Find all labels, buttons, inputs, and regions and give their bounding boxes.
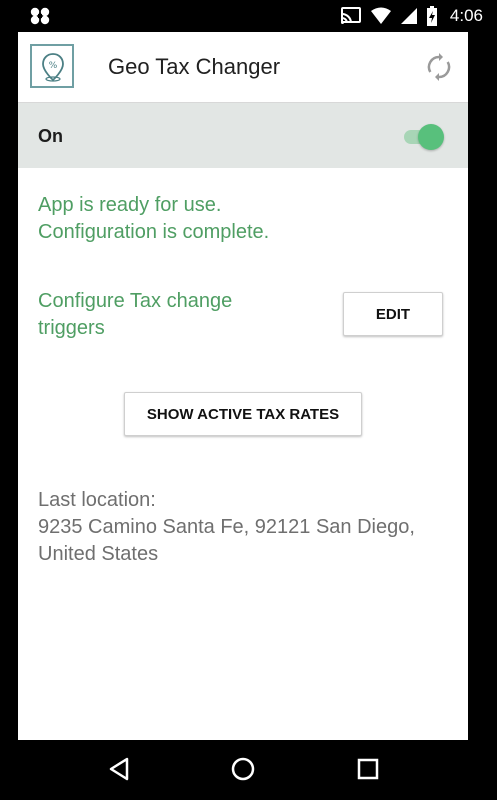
- app-title: Geo Tax Changer: [108, 54, 281, 79]
- app-window: % Geo Tax Changer On App is ready for us…: [18, 32, 468, 740]
- status-line-ready: App is ready for use.: [38, 194, 222, 216]
- toggle-thumb: [418, 124, 444, 150]
- sync-icon[interactable]: [424, 52, 454, 82]
- last-location: Last location: 9235 Camino Santa Fe, 921…: [38, 487, 448, 568]
- master-switch-row: On: [18, 103, 468, 168]
- back-icon[interactable]: [107, 756, 131, 782]
- last-location-label: Last location:: [38, 489, 156, 511]
- status-bar: 4:06: [0, 0, 497, 32]
- toolbar: % Geo Tax Changer: [18, 32, 468, 103]
- configure-triggers-label: Configure Tax change triggers: [38, 290, 233, 339]
- recents-icon[interactable]: [356, 756, 380, 782]
- svg-text:%: %: [49, 61, 58, 71]
- edit-button[interactable]: EDIT: [343, 292, 443, 336]
- battery-icon: [426, 6, 437, 26]
- signal-icon: [400, 8, 417, 24]
- on-off-toggle[interactable]: [402, 122, 444, 150]
- status-message: App is ready for use. Configuration is c…: [38, 192, 269, 246]
- app-notification-icon: [30, 7, 50, 25]
- cast-icon: [340, 7, 361, 24]
- show-active-tax-rates-button[interactable]: SHOW ACTIVE TAX RATES: [124, 392, 362, 436]
- status-icons: 4:06: [340, 0, 483, 32]
- geo-tax-logo-icon: %: [30, 44, 74, 88]
- clock: 4:06: [449, 6, 483, 25]
- navigation-bar: [0, 740, 497, 800]
- wifi-icon: [370, 7, 391, 24]
- home-icon[interactable]: [230, 756, 256, 782]
- last-location-address: 9235 Camino Santa Fe, 92121 San Diego, U…: [38, 516, 415, 565]
- screen: 4:06 % Geo Tax Changer On App is ready f…: [0, 0, 497, 800]
- switch-label: On: [38, 126, 63, 146]
- status-line-config: Configuration is complete.: [38, 221, 270, 243]
